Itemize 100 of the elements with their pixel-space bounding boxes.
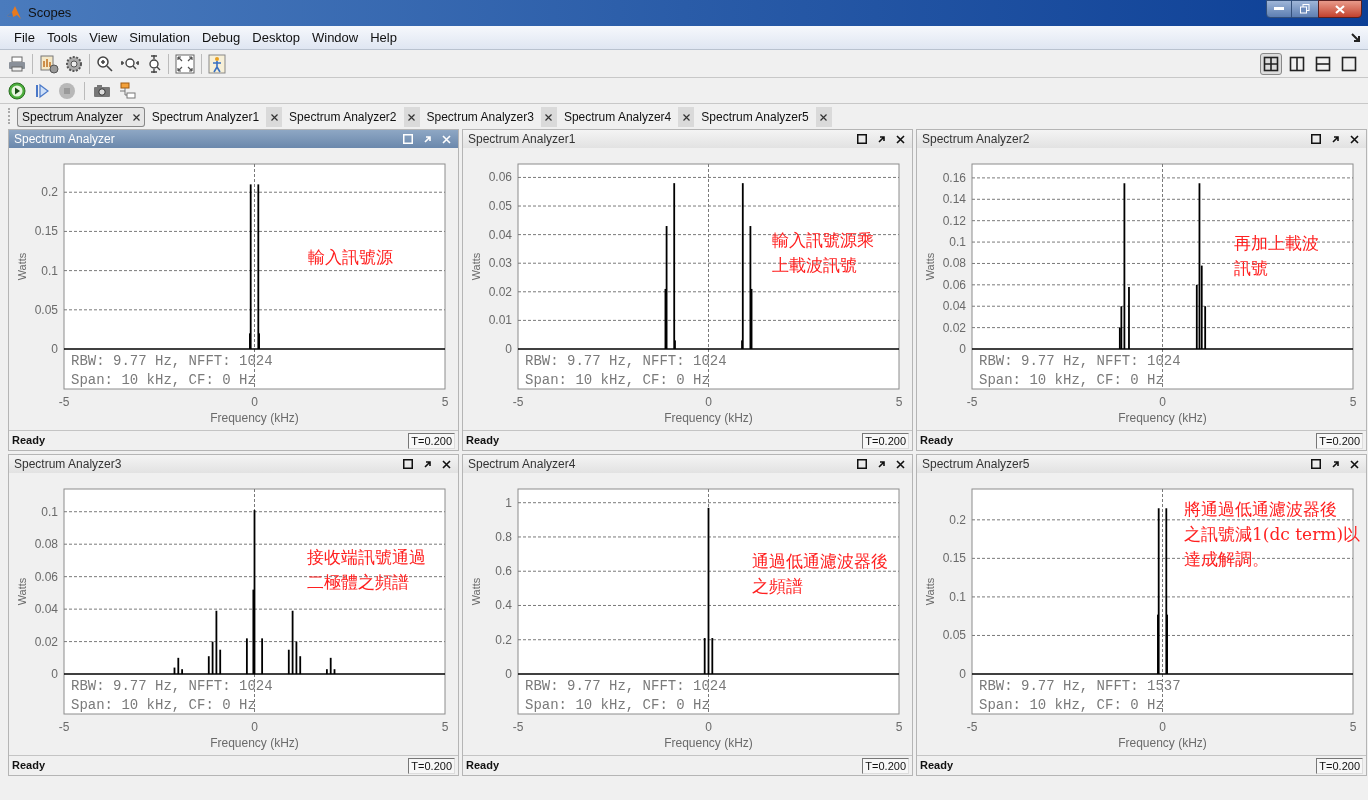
x-tick-label: 5 [441, 720, 449, 734]
y-tick-label: 0.02 [488, 284, 512, 299]
y-tick-label: 0.08 [34, 537, 58, 552]
panel-title: Spectrum Analyzer1 [468, 131, 576, 148]
y-tick-label: 0.06 [34, 569, 58, 584]
panel-title: Spectrum Analyzer3 [14, 456, 122, 473]
x-tick-label: 0 [705, 395, 712, 409]
y-tick-label: 0.15 [34, 224, 58, 239]
x-tick-label: 5 [441, 395, 449, 409]
annotation-text: 再加上載波 訊號 [1234, 232, 1319, 280]
y-axis-label: Watts [16, 577, 28, 606]
x-tick-label: -5 [58, 395, 70, 409]
annotation-text: 接收端訊號通過 二極體之頻譜 [307, 546, 426, 594]
y-tick-label: 0.04 [942, 299, 966, 314]
y-tick-label: 0.02 [942, 320, 966, 335]
x-axis-label: Frequency (kHz) [1118, 411, 1207, 425]
plot-info-text: Span: 10 kHz, CF: 0 Hz [525, 371, 710, 388]
y-tick-label: 0.15 [942, 551, 966, 566]
x-tick-label: 5 [895, 720, 903, 734]
x-tick-label: 0 [1159, 720, 1166, 734]
y-tick-label: 0.06 [488, 170, 512, 185]
y-tick-label: 0.1 [41, 263, 58, 278]
panel-title: Spectrum Analyzer5 [922, 456, 1030, 473]
x-tick-label: 5 [1349, 395, 1357, 409]
x-tick-label: 0 [1159, 395, 1166, 409]
status-text: Ready [920, 433, 954, 449]
y-tick-label: 0 [959, 667, 966, 681]
status-text: Ready [920, 758, 954, 774]
panel-title: Spectrum Analyzer2 [922, 131, 1030, 148]
y-tick-label: 0 [505, 667, 512, 681]
plot-info-text: RBW: 9.77 Hz, NFFT: 1024 [71, 678, 273, 695]
x-tick-label: 0 [251, 720, 258, 734]
y-tick-label: 0.2 [949, 512, 966, 527]
y-tick-label: 0.2 [495, 632, 512, 647]
plot-info-text: RBW: 9.77 Hz, NFFT: 1537 [979, 678, 1181, 694]
annotation-text: 輸入訊號源 [308, 246, 393, 269]
plot-info-text: Span: 10 kHz, CF: 0 Hz [71, 697, 256, 714]
y-tick-label: 0.1 [949, 235, 966, 250]
plot-info-text: RBW: 9.77 Hz, NFFT: 1024 [979, 353, 1181, 369]
y-tick-label: 0.6 [495, 564, 512, 579]
y-tick-label: 0 [51, 667, 58, 682]
time-readout: T=0.200 [1316, 432, 1363, 449]
y-axis-label: Watts [924, 252, 936, 281]
y-tick-label: 1 [505, 495, 512, 510]
x-axis-label: Frequency (kHz) [1118, 736, 1207, 750]
y-tick-label: 0 [959, 342, 966, 356]
y-tick-label: 0.04 [488, 227, 512, 242]
time-readout: T=0.200 [862, 757, 909, 774]
x-axis-label: Frequency (kHz) [210, 736, 299, 750]
plot-info-text: RBW: 9.77 Hz, NFFT: 1024 [525, 352, 727, 369]
y-tick-label: 0.08 [942, 256, 966, 271]
x-tick-label: 5 [1349, 720, 1357, 734]
y-tick-label: 0.12 [942, 213, 966, 228]
y-axis-label: Watts [924, 577, 936, 606]
y-tick-label: 0.4 [495, 598, 512, 613]
time-readout: T=0.200 [408, 757, 455, 774]
plot-info-text: RBW: 9.77 Hz, NFFT: 1024 [71, 353, 273, 369]
time-readout: T=0.200 [862, 432, 909, 449]
y-tick-label: 0 [505, 341, 512, 356]
y-tick-label: 0.1 [949, 589, 966, 604]
annotation-text: 將通過低通濾波器後 之訊號減1(dc term)以 達成解調。 [1184, 498, 1361, 571]
status-text: Ready [12, 433, 46, 449]
annotation-text: 通過低通濾波器後 之頻譜 [752, 550, 888, 598]
annotation-text: 輸入訊號源乘 上載波訊號 [772, 229, 874, 277]
y-axis-label: Watts [470, 252, 482, 281]
y-tick-label: 0.05 [942, 628, 966, 643]
y-axis-label: Watts [16, 252, 28, 281]
x-axis-label: Frequency (kHz) [664, 411, 753, 425]
panel-title: Spectrum Analyzer [14, 131, 115, 148]
x-tick-label: -5 [966, 720, 978, 734]
plot-info-text: Span: 10 kHz, CF: 0 Hz [71, 372, 256, 388]
y-tick-label: 0.04 [34, 602, 58, 617]
x-axis-label: Frequency (kHz) [210, 411, 299, 425]
window-title: Scopes [28, 4, 72, 23]
y-tick-label: 0 [51, 342, 58, 356]
y-tick-label: 0.1 [41, 504, 58, 519]
y-tick-label: 0.06 [942, 277, 966, 292]
x-tick-label: 0 [251, 395, 258, 409]
y-tick-label: 0.05 [34, 302, 58, 317]
status-text: Ready [466, 433, 500, 449]
x-tick-label: 0 [705, 720, 712, 734]
y-axis-label: Watts [470, 577, 482, 606]
x-axis-label: Frequency (kHz) [664, 736, 753, 750]
time-readout: T=0.200 [1316, 757, 1363, 774]
plot-info-text: Span: 10 kHz, CF: 0 Hz [979, 697, 1164, 713]
plot-info-text: Span: 10 kHz, CF: 0 Hz [979, 372, 1164, 388]
y-tick-label: 0.05 [488, 199, 512, 214]
y-tick-label: 0.2 [41, 185, 58, 200]
status-text: Ready [12, 758, 46, 774]
status-text: Ready [466, 758, 500, 774]
panel-title: Spectrum Analyzer4 [468, 456, 576, 473]
y-tick-label: 0.8 [495, 529, 512, 544]
y-tick-label: 0.03 [488, 256, 512, 271]
x-tick-label: -5 [512, 720, 524, 734]
y-tick-label: 0.16 [942, 170, 966, 185]
y-tick-label: 0.01 [488, 313, 512, 328]
y-tick-label: 0.02 [34, 634, 58, 649]
x-tick-label: -5 [512, 395, 524, 409]
x-tick-label: 5 [895, 395, 903, 409]
time-readout: T=0.200 [408, 432, 455, 449]
